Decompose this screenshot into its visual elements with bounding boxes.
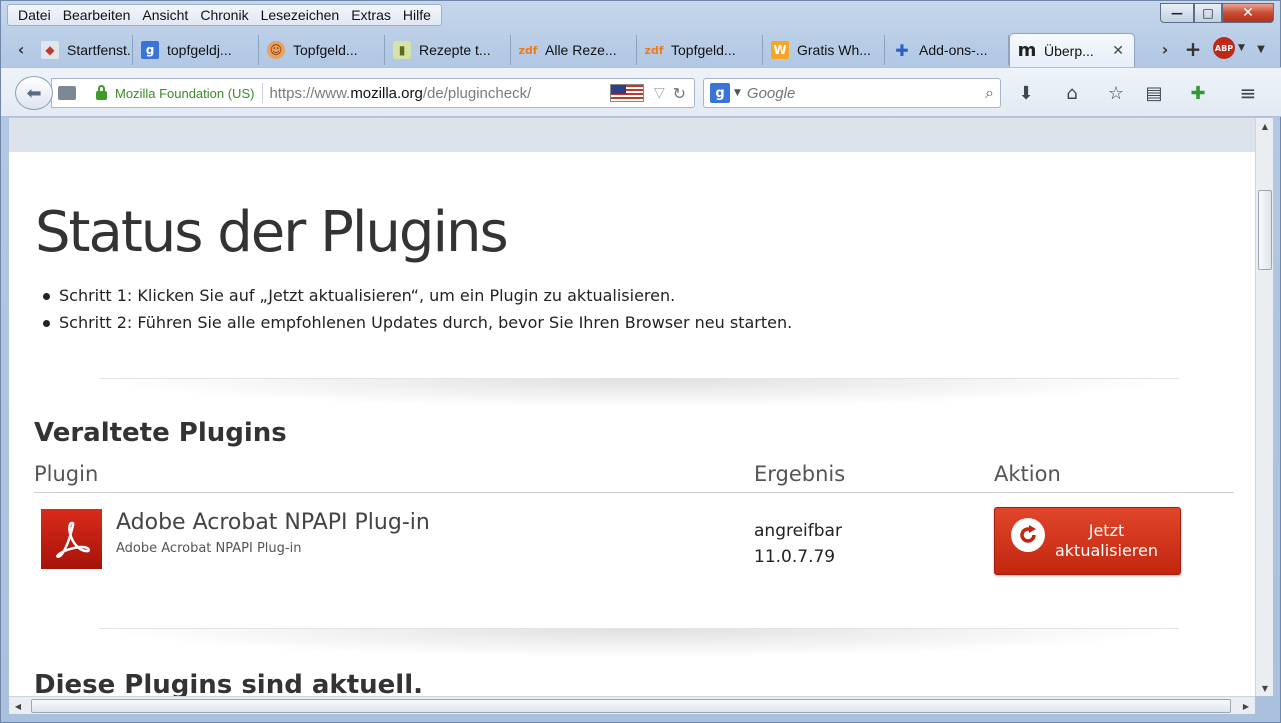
adblock-menu[interactable]: ABP ▼ xyxy=(1213,37,1245,59)
back-arrow-icon: ⬅ xyxy=(26,82,42,104)
new-tab-icon[interactable]: + xyxy=(1183,37,1203,61)
tab-topfgeld-2[interactable]: zdf Topfgeld... xyxy=(637,35,763,65)
tab-topfgeldj[interactable]: g topfgeldj... xyxy=(133,35,259,65)
update-now-button[interactable]: Jetzt aktualisieren xyxy=(994,507,1181,575)
all-tabs-icon[interactable]: ▼ xyxy=(1251,37,1271,61)
refresh-icon xyxy=(1011,518,1045,552)
step-item: Schritt 1: Klicken Sie auf „Jetzt aktual… xyxy=(43,282,792,309)
puzzle-icon: ✚ xyxy=(895,40,909,60)
close-window-button[interactable]: ✕ xyxy=(1222,3,1274,23)
window-controls: — □ ✕ xyxy=(1160,3,1274,23)
zdf-icon: zdf xyxy=(518,43,538,57)
page-header-strip xyxy=(9,118,1255,152)
tab-startfenster[interactable]: ◆ Startfenst... xyxy=(33,35,133,65)
search-input[interactable] xyxy=(746,84,986,102)
column-action: Aktion xyxy=(994,462,1061,486)
table-header-rule xyxy=(34,492,1234,493)
search-bar[interactable]: g ▼ ⌕ xyxy=(703,78,1001,108)
steps-list: Schritt 1: Klicken Sie auf „Jetzt aktual… xyxy=(43,282,792,336)
adblock-plus-icon: ABP xyxy=(1213,37,1235,59)
scroll-down-icon[interactable]: ▼ xyxy=(1256,680,1274,696)
acrobat-icon xyxy=(41,509,102,569)
navigation-bar: Mozilla Foundation (US) https://www.mozi… xyxy=(1,67,1281,117)
page-content: Status der Plugins Schritt 1: Klicken Si… xyxy=(9,118,1255,696)
horizontal-scrollbar[interactable]: ◀ ▶ xyxy=(9,696,1255,714)
scroll-up-icon[interactable]: ▲ xyxy=(1256,118,1274,134)
menu-extras[interactable]: Extras xyxy=(345,5,397,25)
step-item: Schritt 2: Führen Sie alle empfohlenen U… xyxy=(43,309,792,336)
zdf-icon: zdf xyxy=(644,43,664,57)
addon-puzzle-icon[interactable]: ✚ xyxy=(1185,80,1211,106)
lock-icon xyxy=(96,84,107,100)
menu-bar: Datei Bearbeiten Ansicht Chronik Lesezei… xyxy=(7,4,442,26)
firefox-icon: ◆ xyxy=(41,41,59,59)
plugin-name: Adobe Acrobat NPAPI Plug-in xyxy=(116,510,430,535)
w-icon: W xyxy=(771,41,789,59)
bookmarks-menu-icon[interactable]: ▤ xyxy=(1141,80,1167,106)
minimize-button[interactable]: — xyxy=(1160,3,1194,23)
tab-gratis[interactable]: W Gratis Wh... xyxy=(763,35,885,65)
search-engine-caret-icon[interactable]: ▼ xyxy=(734,88,741,98)
section-divider xyxy=(99,378,1179,408)
menu-ansicht[interactable]: Ansicht xyxy=(136,5,194,25)
plugin-version: 11.0.7.79 xyxy=(754,547,836,567)
plugin-status: angreifbar xyxy=(754,521,842,541)
outdated-plugins-title: Veraltete Plugins xyxy=(34,418,287,448)
scroll-left-icon[interactable]: ◀ xyxy=(9,697,27,715)
downloads-icon[interactable]: ⬇ xyxy=(1013,80,1039,106)
google-search-engine-icon[interactable]: g xyxy=(710,83,730,103)
tab-topfgeld-1[interactable]: ☺ Topfgeld... xyxy=(259,35,385,65)
back-button[interactable]: ⬅ xyxy=(15,76,53,110)
menu-bearbeiten[interactable]: Bearbeiten xyxy=(57,5,137,25)
tab-addons[interactable]: ✚ Add-ons-... xyxy=(885,35,1009,65)
reload-icon[interactable]: ↻ xyxy=(673,84,686,103)
browser-window: Datei Bearbeiten Ansicht Chronik Lesezei… xyxy=(0,0,1281,723)
scroll-right-icon[interactable]: ▶ xyxy=(1237,697,1255,715)
menu-chronik[interactable]: Chronik xyxy=(194,5,254,25)
page-icon xyxy=(58,86,76,100)
bookmark-star-icon[interactable]: ☆ xyxy=(1103,80,1129,106)
current-plugins-title: Diese Plugins sind aktuell. xyxy=(34,670,423,696)
menu-hilfe[interactable]: Hilfe xyxy=(397,5,437,25)
page-title: Status der Plugins xyxy=(35,200,509,265)
maximize-button[interactable]: □ xyxy=(1194,3,1222,23)
column-result: Ergebnis xyxy=(754,462,846,486)
url-bar[interactable]: Mozilla Foundation (US) https://www.mozi… xyxy=(51,78,695,108)
mozilla-icon: m xyxy=(1017,40,1037,61)
menu-datei[interactable]: Datei xyxy=(12,5,57,25)
tab-rezepte[interactable]: ▮ Rezepte t... xyxy=(385,35,511,65)
plugin-result: angreifbar 11.0.7.79 xyxy=(754,518,842,570)
recipe-icon: ▮ xyxy=(393,41,411,59)
vertical-scroll-thumb[interactable] xyxy=(1258,190,1272,270)
vertical-scrollbar[interactable]: ▲ ▼ xyxy=(1255,118,1273,696)
plugin-description: Adobe Acrobat NPAPI Plug-in xyxy=(116,541,302,556)
identity-label: Mozilla Foundation (US) xyxy=(115,85,255,101)
dropdown-caret-icon: ▼ xyxy=(1238,43,1245,53)
tab-strip: ‹ ◆ Startfenst... g topfgeldj... ☺ Topfg… xyxy=(1,31,1281,67)
url-dropdown-icon[interactable]: ▽ xyxy=(654,85,665,101)
tab-alle-rezepte[interactable]: zdf Alle Reze... xyxy=(511,35,637,65)
search-icon[interactable]: ⌕ xyxy=(985,83,994,103)
tab-scroll-left-icon[interactable]: ‹ xyxy=(11,37,31,61)
us-flag-icon[interactable] xyxy=(609,84,644,102)
tab-close-icon[interactable]: ✕ xyxy=(1112,43,1124,59)
hamburger-menu-icon[interactable]: ≡ xyxy=(1235,80,1261,106)
url-text[interactable]: https://www.mozilla.org/de/plugincheck/ xyxy=(263,85,609,102)
chef-icon: ☺ xyxy=(267,41,285,59)
tab-ueberpruefung[interactable]: m Überp... ✕ xyxy=(1009,33,1135,67)
tab-scroll-right-icon[interactable]: › xyxy=(1155,37,1175,61)
google-icon: g xyxy=(141,41,159,59)
menu-lesezeichen[interactable]: Lesezeichen xyxy=(255,5,346,25)
horizontal-scroll-thumb[interactable] xyxy=(31,699,1231,713)
column-plugin: Plugin xyxy=(34,462,99,486)
section-divider xyxy=(99,628,1179,658)
site-identity[interactable]: Mozilla Foundation (US) xyxy=(52,83,264,103)
home-icon[interactable]: ⌂ xyxy=(1059,80,1085,106)
